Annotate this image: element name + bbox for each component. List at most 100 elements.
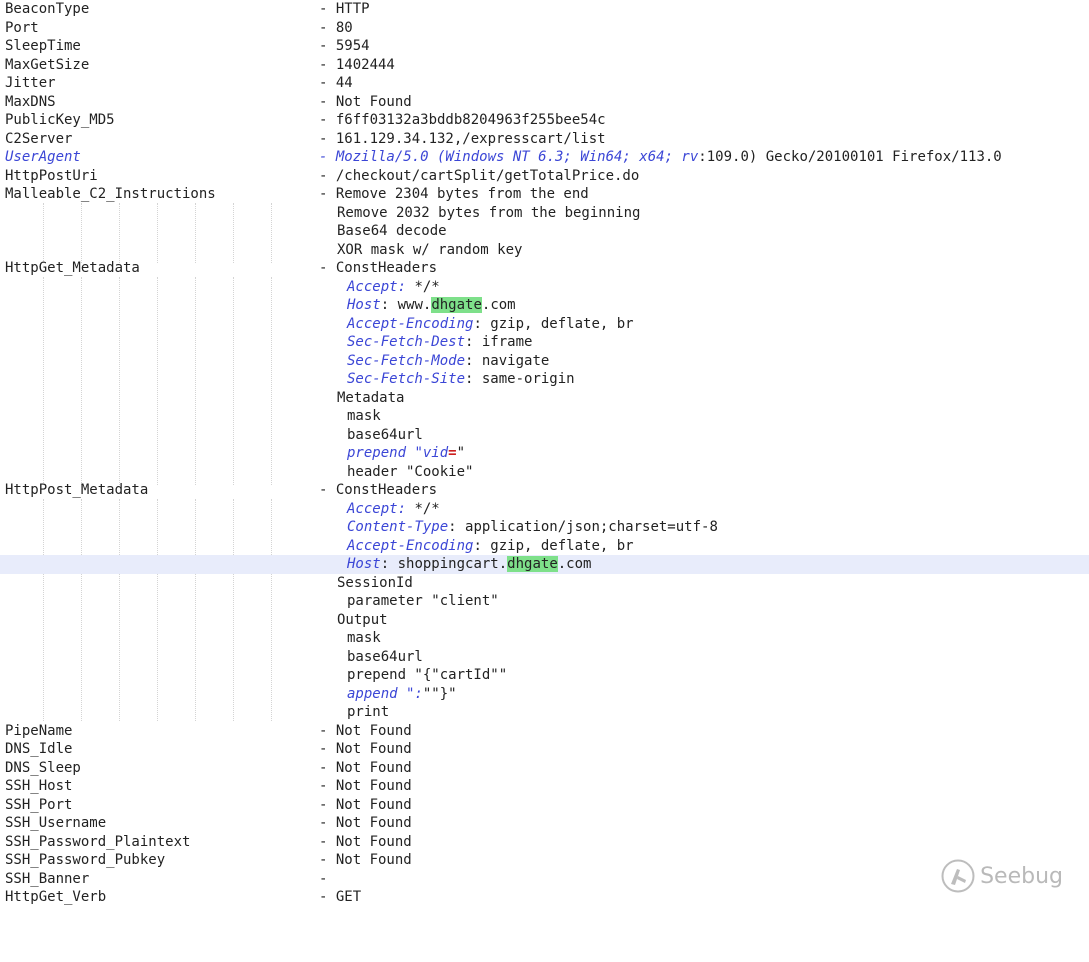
get-header-sec-fetch-mode: Sec-Fetch-Mode: navigate	[0, 352, 1089, 371]
config-line-ssh-username: SSH_Username - Not Found	[0, 814, 1089, 833]
post-header-host-current-line[interactable]: Host: shoppingcart.dhgate.com	[0, 555, 1089, 574]
config-value: - Not Found	[319, 852, 412, 868]
config-value: - Not Found	[319, 93, 412, 110]
transform-step: base64url	[347, 426, 423, 443]
config-value: - Not Found	[319, 741, 412, 757]
malleable-step-text: Base64 decode	[337, 223, 447, 239]
config-value: - Not Found	[319, 759, 412, 776]
config-key: SSH_Password_Pubkey	[5, 852, 166, 868]
get-metadata-header: header "Cookie"	[0, 463, 1089, 482]
header-entry: Content-Type: application/json;charset=u…	[347, 519, 718, 535]
config-key: PipeName	[5, 722, 73, 739]
config-key: SSH_Host	[5, 778, 73, 794]
config-line-dns-idle: DNS_Idle - Not Found	[0, 740, 1089, 759]
config-value: - HTTP	[319, 1, 370, 17]
config-value: - Not Found	[319, 796, 412, 813]
config-value: - Not Found	[319, 815, 412, 831]
config-key: SSH_Password_Plaintext	[5, 833, 191, 850]
malleable-step: XOR mask w/ random key	[0, 241, 1089, 260]
user-agent-keyword: - Mozilla/5.0 (Windows NT 6.3; Win64; x6…	[319, 149, 699, 165]
header-entry: Sec-Fetch-Site: same-origin	[347, 371, 575, 387]
config-value: - ConstHeaders	[319, 482, 438, 498]
config-key: DNS_Idle	[5, 741, 73, 757]
header-name: Accept	[347, 278, 398, 295]
header-name: Accept	[347, 500, 398, 517]
header-name: Sec-Fetch-Site	[347, 371, 466, 387]
config-value: - /checkout/cartSplit/getTotalPrice.do	[319, 167, 640, 184]
transform-step: prepend "vid="	[347, 445, 466, 461]
config-line-beacon-type: BeaconType - HTTP	[0, 0, 1089, 19]
config-line-ssh-host: SSH_Host - Not Found	[0, 777, 1089, 796]
transform-step: mask	[347, 630, 381, 646]
config-key: BeaconType	[5, 1, 90, 17]
header-name: Sec-Fetch-Dest	[347, 334, 466, 350]
config-line-max-dns: MaxDNS - Not Found	[0, 93, 1089, 112]
config-value: - f6ff03132a3bddb8204963f255bee54c	[319, 112, 606, 128]
config-value: - 5954	[319, 38, 370, 54]
header-name: Accept-Encoding	[347, 537, 474, 554]
config-key: HttpPostUri	[5, 167, 98, 184]
header-entry: Accept: */*	[347, 500, 440, 517]
config-key: UserAgent	[5, 149, 81, 165]
post-output-label: Output	[0, 611, 1089, 630]
config-line-ssh-password-plaintext: SSH_Password_Plaintext - Not Found	[0, 833, 1089, 852]
get-metadata-label: Metadata	[0, 389, 1089, 408]
config-line-ssh-password-pubkey: SSH_Password_Pubkey - Not Found	[0, 851, 1089, 870]
config-line-malleable-c2: Malleable_C2_Instructions - Remove 2304 …	[0, 185, 1089, 204]
config-key: PublicKey_MD5	[5, 112, 115, 128]
malleable-step: Base64 decode	[0, 222, 1089, 241]
transform-step: print	[347, 704, 390, 720]
config-key: Jitter	[5, 75, 56, 91]
config-line-sleep-time: SleepTime - 5954	[0, 37, 1089, 56]
config-line-ssh-banner: SSH_Banner -	[0, 870, 1089, 889]
config-key: SSH_Banner	[5, 870, 90, 887]
config-line-pipe-name: PipeName - Not Found	[0, 722, 1089, 741]
config-value: - 1402444	[319, 56, 395, 73]
config-key: Malleable_C2_Instructions	[5, 186, 216, 202]
header-name: Sec-Fetch-Mode	[347, 352, 466, 369]
section-label: Output	[337, 611, 388, 628]
header-entry: Accept-Encoding: gzip, deflate, br	[347, 315, 634, 332]
header-entry: Host: shoppingcart.dhgate.com	[347, 556, 592, 572]
transform-step: prepend "{"cartId""	[347, 667, 508, 683]
seebug-logo-icon	[940, 858, 976, 894]
search-match-highlight: dhgate	[431, 297, 482, 313]
header-name: Accept-Encoding	[347, 315, 474, 332]
config-value: - Not Found	[319, 778, 412, 794]
config-value: -	[319, 870, 328, 887]
header-value: navigate	[473, 352, 550, 369]
get-metadata-prepend: prepend "vid="	[0, 444, 1089, 463]
config-output-view: BeaconType - HTTP Port - 80 SleepTime - …	[0, 0, 1089, 905]
get-metadata-mask: mask	[0, 407, 1089, 426]
post-header-accept: Accept: */*	[0, 500, 1089, 519]
config-value: - Mozilla/5.0 (Windows NT 6.3; Win64; x6…	[319, 148, 1002, 167]
section-label: Metadata	[337, 389, 405, 406]
post-output-prepend: prepend "{"cartId""	[0, 666, 1089, 685]
malleable-step-text: XOR mask w/ random key	[337, 241, 523, 258]
section-label: SessionId	[337, 574, 413, 591]
config-line-http-get-metadata: HttpGet_Metadata - ConstHeaders	[0, 259, 1089, 278]
transform-step: parameter "client"	[347, 593, 499, 609]
config-line-max-get-size: MaxGetSize - 1402444	[0, 56, 1089, 75]
header-entry: Accept-Encoding: gzip, deflate, br	[347, 537, 634, 554]
header-value: same-origin	[473, 371, 575, 387]
header-name: Host	[347, 556, 381, 572]
header-entry: Host: www.dhgate.com	[347, 297, 516, 313]
config-key: HttpGet_Metadata	[5, 260, 140, 276]
config-line-c2-server: C2Server - 161.129.34.132,/expresscart/l…	[0, 130, 1089, 149]
post-output-base64url: base64url	[0, 648, 1089, 667]
header-value: */*	[406, 500, 440, 517]
user-agent-rest: :109.0) Gecko/20100101 Firefox/113.0	[698, 149, 1002, 165]
config-key: Port	[5, 19, 39, 36]
config-line-http-post-uri: HttpPostUri - /checkout/cartSplit/getTot…	[0, 167, 1089, 186]
equals-sign: =	[448, 445, 457, 461]
watermark-text: Seebug	[980, 863, 1063, 889]
header-value: gzip, deflate, br	[481, 315, 634, 332]
seebug-watermark: Seebug	[940, 858, 1063, 894]
header-name: Host	[347, 297, 381, 313]
header-entry: Sec-Fetch-Dest: iframe	[347, 334, 533, 350]
post-session-id-label: SessionId	[0, 574, 1089, 593]
get-header-host: Host: www.dhgate.com	[0, 296, 1089, 315]
post-session-id-parameter: parameter "client"	[0, 592, 1089, 611]
transform-step: append ":""}"	[347, 685, 457, 702]
